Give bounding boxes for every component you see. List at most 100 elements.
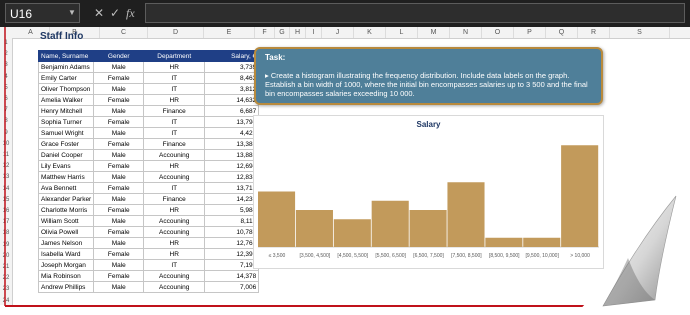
salary-cell[interactable]: 14,378: [204, 270, 260, 282]
insert-function-icon[interactable]: fx: [126, 3, 135, 23]
column-header-j[interactable]: J: [322, 27, 354, 38]
gender-cell[interactable]: Female: [93, 248, 145, 260]
gender-cell[interactable]: Male: [93, 215, 145, 227]
department-cell[interactable]: Finance: [143, 105, 206, 117]
column-header-n[interactable]: N: [450, 27, 482, 38]
salary-cell[interactable]: 13,882: [204, 149, 260, 161]
spreadsheet-grid[interactable]: ABCDEFGHIJKLMNOPQRS 1 2 3 4 5 6 7 8 9 10 11 12 13 14 1…: [0, 27, 690, 315]
salary-cell[interactable]: 7,006: [204, 281, 260, 293]
gender-cell[interactable]: Male: [93, 127, 145, 139]
row-header-14[interactable]: 14: [0, 184, 12, 195]
enter-icon[interactable]: ✓: [110, 3, 120, 23]
gender-cell[interactable]: Male: [93, 149, 145, 161]
row-header-4[interactable]: 4: [0, 72, 12, 83]
row-header-6[interactable]: 6: [0, 94, 12, 105]
column-header-d[interactable]: D: [148, 27, 204, 38]
employee-name-cell[interactable]: Grace Foster: [37, 138, 95, 150]
formula-input[interactable]: [145, 3, 685, 23]
gender-cell[interactable]: Female: [93, 204, 145, 216]
gender-cell[interactable]: Female: [93, 270, 145, 282]
salary-cell[interactable]: 4,422: [204, 127, 260, 139]
salary-cell[interactable]: 8,117: [204, 215, 260, 227]
row-header-11[interactable]: 11: [0, 150, 12, 161]
row-header-15[interactable]: 15: [0, 195, 12, 206]
department-cell[interactable]: IT: [143, 83, 206, 95]
row-header-8[interactable]: 8: [0, 116, 12, 127]
row-header-18[interactable]: 18: [0, 228, 12, 239]
gender-cell[interactable]: Female: [93, 116, 145, 128]
department-cell[interactable]: IT: [143, 127, 206, 139]
employee-name-cell[interactable]: Charlotte Morris: [37, 204, 95, 216]
row-header-16[interactable]: 16: [0, 206, 12, 217]
histogram-bar[interactable]: [333, 219, 371, 247]
employee-name-cell[interactable]: Daniel Cooper: [37, 149, 95, 161]
row-header-22[interactable]: 22: [0, 273, 12, 284]
employee-name-cell[interactable]: Isabella Ward: [37, 248, 95, 260]
gender-cell[interactable]: Male: [93, 171, 145, 183]
gender-cell[interactable]: Male: [93, 281, 145, 293]
salary-cell[interactable]: 12,835: [204, 171, 260, 183]
row-header-9[interactable]: 9: [0, 128, 12, 139]
employee-name-cell[interactable]: Alexander Parker: [37, 193, 95, 205]
column-header-p[interactable]: P: [514, 27, 546, 38]
gender-cell[interactable]: Male: [93, 259, 145, 271]
gender-cell[interactable]: Female: [93, 182, 145, 194]
row-header-21[interactable]: 21: [0, 262, 12, 273]
column-header-i[interactable]: I: [306, 27, 322, 38]
histogram-bar[interactable]: [485, 237, 523, 247]
gender-cell[interactable]: Male: [93, 61, 145, 73]
department-cell[interactable]: HR: [143, 248, 206, 260]
department-cell[interactable]: Accouning: [143, 215, 206, 227]
gender-cell[interactable]: Male: [93, 83, 145, 95]
gender-cell[interactable]: Female: [93, 138, 145, 150]
salary-cell[interactable]: 3,739: [204, 61, 260, 73]
header-gender[interactable]: Gender: [93, 50, 145, 62]
department-cell[interactable]: HR: [143, 61, 206, 73]
histogram-bar[interactable]: [561, 145, 599, 247]
employee-name-cell[interactable]: Emily Carter: [37, 72, 95, 84]
gender-cell[interactable]: Female: [93, 94, 145, 106]
column-header-c[interactable]: C: [100, 27, 148, 38]
cancel-icon[interactable]: ✕: [94, 3, 104, 23]
row-header-13[interactable]: 13: [0, 172, 12, 183]
row-header-7[interactable]: 7: [0, 105, 12, 116]
department-cell[interactable]: Accouning: [143, 270, 206, 282]
employee-name-cell[interactable]: Ava Bennett: [37, 182, 95, 194]
column-header-k[interactable]: K: [354, 27, 386, 38]
employee-name-cell[interactable]: Matthew Harris: [37, 171, 95, 183]
gender-cell[interactable]: Female: [93, 160, 145, 172]
employee-name-cell[interactable]: Mia Robinson: [37, 270, 95, 282]
department-cell[interactable]: Finance: [143, 193, 206, 205]
histogram-bar[interactable]: [371, 200, 409, 247]
column-header-h[interactable]: H: [290, 27, 306, 38]
department-cell[interactable]: IT: [143, 259, 206, 271]
gender-cell[interactable]: Male: [93, 237, 145, 249]
gender-cell[interactable]: Male: [93, 105, 145, 117]
gender-cell[interactable]: Male: [93, 193, 145, 205]
gender-cell[interactable]: Female: [93, 72, 145, 84]
row-header-12[interactable]: 12: [0, 161, 12, 172]
employee-name-cell[interactable]: Amelia Walker: [37, 94, 95, 106]
employee-name-cell[interactable]: James Nelson: [37, 237, 95, 249]
row-header-24[interactable]: 24: [0, 296, 12, 307]
row-header-23[interactable]: 23: [0, 284, 12, 295]
department-cell[interactable]: IT: [143, 182, 206, 194]
row-header-1[interactable]: 1: [0, 38, 12, 49]
department-cell[interactable]: IT: [143, 116, 206, 128]
employee-name-cell[interactable]: Samuel Wright: [37, 127, 95, 139]
salary-cell[interactable]: 14,632: [204, 94, 260, 106]
department-cell[interactable]: IT: [143, 72, 206, 84]
department-cell[interactable]: HR: [143, 160, 206, 172]
histogram-bar[interactable]: [295, 210, 333, 247]
employee-name-cell[interactable]: Benjamin Adams: [37, 61, 95, 73]
salary-cell[interactable]: 5,984: [204, 204, 260, 216]
row-header-2[interactable]: 2: [0, 49, 12, 60]
salary-cell[interactable]: 10,787: [204, 226, 260, 238]
salary-cell[interactable]: 7,195: [204, 259, 260, 271]
salary-cell[interactable]: 14,238: [204, 193, 260, 205]
salary-cell[interactable]: 8,463: [204, 72, 260, 84]
task-box[interactable]: Task: ▸ Create a histogram illustrating …: [254, 47, 603, 105]
salary-cell[interactable]: 12,694: [204, 160, 260, 172]
department-cell[interactable]: HR: [143, 204, 206, 216]
column-header-r[interactable]: R: [578, 27, 610, 38]
